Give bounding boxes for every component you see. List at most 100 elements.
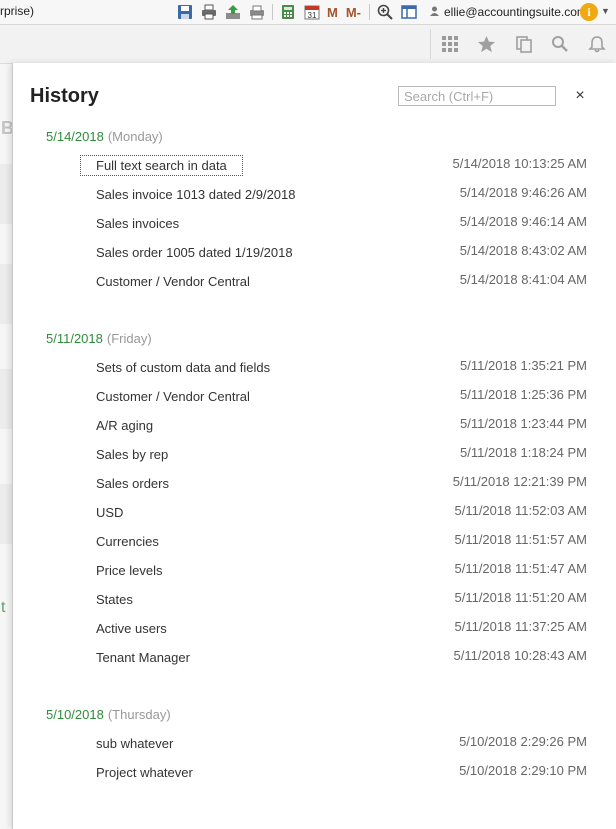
- history-entry-link[interactable]: Sales invoice 1013 dated 2/9/2018: [80, 184, 312, 205]
- history-entry-timestamp: 5/11/2018 11:51:20 AM: [454, 590, 587, 605]
- upload-icon[interactable]: [224, 3, 242, 21]
- date-label: 5/11/2018: [46, 331, 103, 346]
- history-entry-link[interactable]: Price levels: [80, 560, 178, 581]
- m-button[interactable]: M: [327, 5, 338, 20]
- date-label: 5/14/2018: [46, 129, 104, 144]
- history-entry-timestamp: 5/14/2018 8:41:04 AM: [459, 272, 587, 287]
- panel-title: History: [30, 85, 99, 107]
- history-groups: 5/14/2018 (Monday) Full text search in dat…: [13, 123, 616, 816]
- toolbar-divider: [430, 29, 431, 59]
- star-icon[interactable]: [476, 34, 496, 54]
- history-search-input[interactable]: [398, 86, 556, 106]
- history-entry-link[interactable]: Full text search in data: [80, 155, 243, 176]
- close-icon[interactable]: ×: [573, 87, 587, 105]
- history-entry-link[interactable]: Sales order 1005 dated 1/19/2018: [80, 242, 309, 263]
- history-entry: States 5/11/2018 11:51:20 AM: [13, 585, 616, 614]
- toolbar-divider: [369, 4, 371, 20]
- history-entry-link[interactable]: Sales by rep: [80, 444, 184, 465]
- history-day-group: 5/14/2018 (Monday) Full text search in dat…: [13, 123, 616, 296]
- top-toolbar: rprise) 31 M M- ellie@accountingsuite.co…: [0, 0, 616, 25]
- history-entry-timestamp: 5/14/2018 10:13:25 AM: [452, 156, 587, 171]
- history-entry-link[interactable]: A/R aging: [80, 415, 169, 436]
- weekday-label: (Friday): [106, 331, 152, 346]
- search-icon[interactable]: [550, 34, 570, 54]
- weekday-label: (Monday): [107, 129, 163, 144]
- history-entry-link[interactable]: Tenant Manager: [80, 647, 206, 668]
- copy-icon[interactable]: [514, 34, 534, 54]
- history-entry: Sales by rep 5/11/2018 1:18:24 PM: [13, 440, 616, 469]
- history-entry-timestamp: 5/11/2018 1:18:24 PM: [460, 445, 587, 460]
- history-entry-timestamp: 5/11/2018 11:37:25 AM: [454, 619, 587, 634]
- history-entry-timestamp: 5/11/2018 10:28:43 AM: [453, 648, 587, 663]
- history-day-group: 5/11/2018 (Friday) Sets of custom data and…: [13, 325, 616, 672]
- history-entry-timestamp: 5/11/2018 11:51:57 AM: [454, 532, 587, 547]
- history-day-group: 5/10/2018 (Thursday) sub whatever 5/10/2018…: [13, 701, 616, 787]
- calendar-day-label: 31: [308, 11, 317, 20]
- history-entry-timestamp: 5/11/2018 12:21:39 PM: [452, 474, 587, 489]
- history-entry-timestamp: 5/11/2018 1:35:21 PM: [460, 358, 587, 373]
- history-entry: Sales invoice 1013 dated 2/9/2018 5/14/20…: [13, 180, 616, 209]
- history-entry-timestamp: 5/10/2018 2:29:26 PM: [459, 734, 587, 749]
- history-entry: Active users 5/11/2018 11:37:25 AM: [13, 614, 616, 643]
- history-entry-link[interactable]: USD: [80, 502, 139, 523]
- print-icon[interactable]: [200, 3, 218, 21]
- history-entry-link[interactable]: Customer / Vendor Central: [80, 271, 266, 292]
- date-header: 5/11/2018 (Friday): [13, 325, 616, 353]
- history-entry-timestamp: 5/14/2018 8:43:02 AM: [459, 243, 587, 258]
- history-entry-timestamp: 5/11/2018 1:23:44 PM: [460, 416, 587, 431]
- history-entry-link[interactable]: States: [80, 589, 149, 610]
- history-entry: Tenant Manager 5/11/2018 10:28:43 AM: [13, 643, 616, 672]
- history-entry-timestamp: 5/14/2018 9:46:26 AM: [459, 185, 587, 200]
- zoom-icon[interactable]: [376, 3, 394, 21]
- weekday-label: (Thursday): [107, 707, 171, 722]
- history-entry-timestamp: 5/11/2018 1:25:36 PM: [460, 387, 587, 402]
- apps-grid-icon[interactable]: [440, 34, 460, 54]
- window-title: rprise): [0, 4, 35, 18]
- calendar-icon[interactable]: 31: [303, 3, 321, 21]
- history-entry-link[interactable]: Sets of custom data and fields: [80, 357, 286, 378]
- user-icon: [430, 5, 440, 19]
- dropdown-caret-icon[interactable]: ▼: [601, 6, 610, 16]
- history-entry-timestamp: 5/11/2018 11:51:47 AM: [454, 561, 587, 576]
- save-icon[interactable]: [176, 3, 194, 21]
- secondary-toolbar: [0, 25, 616, 64]
- history-entry: A/R aging 5/11/2018 1:23:44 PM: [13, 411, 616, 440]
- panel-icon[interactable]: [400, 3, 418, 21]
- history-entry: Price levels 5/11/2018 11:51:47 AM: [13, 556, 616, 585]
- history-entry-link[interactable]: Currencies: [80, 531, 175, 552]
- user-email: ellie@accountingsuite.com: [444, 5, 587, 19]
- history-entry: sub whatever 5/10/2018 2:29:26 PM: [13, 729, 616, 758]
- bell-icon[interactable]: [587, 34, 607, 54]
- history-entry: Sales orders 5/11/2018 12:21:39 PM: [13, 469, 616, 498]
- history-entry-timestamp: 5/14/2018 9:46:14 AM: [459, 214, 587, 229]
- m-minus-button[interactable]: M-: [346, 5, 361, 20]
- history-entry: USD 5/11/2018 11:52:03 AM: [13, 498, 616, 527]
- toolbar-tools: 31 M M-: [176, 2, 424, 22]
- info-icon[interactable]: i: [580, 3, 598, 21]
- history-entry-link[interactable]: sub whatever: [80, 733, 189, 754]
- background-fragment: t: [1, 599, 6, 616]
- history-entry: Customer / Vendor Central 5/14/2018 8:41:…: [13, 267, 616, 296]
- history-entry-timestamp: 5/11/2018 11:52:03 AM: [454, 503, 587, 518]
- history-panel: History × 5/14/2018(Monday)Full text sea…: [12, 63, 616, 829]
- history-entry: Currencies 5/11/2018 11:51:57 AM: [13, 527, 616, 556]
- history-entry-link[interactable]: Active users: [80, 618, 183, 639]
- user-menu[interactable]: ellie@accountingsuite.com: [430, 5, 587, 19]
- history-entry: Sales order 1005 dated 1/19/2018 5/14/201…: [13, 238, 616, 267]
- history-entry: Full text search in data 5/14/2018 10:13:…: [13, 151, 616, 180]
- history-entry-timestamp: 5/10/2018 2:29:10 PM: [459, 763, 587, 778]
- history-entry: Customer / Vendor Central 5/11/2018 1:25:…: [13, 382, 616, 411]
- history-entry-link[interactable]: Sales orders: [80, 473, 185, 494]
- history-entry-link[interactable]: Customer / Vendor Central: [80, 386, 266, 407]
- history-entry-link[interactable]: Project whatever: [80, 762, 209, 783]
- toolbar-divider: [272, 4, 273, 20]
- calculator-icon[interactable]: [279, 3, 297, 21]
- date-header: 5/10/2018 (Thursday): [13, 701, 616, 729]
- date-label: 5/10/2018: [46, 707, 104, 722]
- history-entry: Sets of custom data and fields 5/11/2018 …: [13, 353, 616, 382]
- print-preview-icon[interactable]: [248, 3, 266, 21]
- date-header: 5/14/2018 (Monday): [13, 123, 616, 151]
- history-entry: Sales invoices 5/14/2018 9:46:14 AM: [13, 209, 616, 238]
- history-entry: Project whatever 5/10/2018 2:29:10 PM: [13, 758, 616, 787]
- history-entry-link[interactable]: Sales invoices: [80, 213, 195, 234]
